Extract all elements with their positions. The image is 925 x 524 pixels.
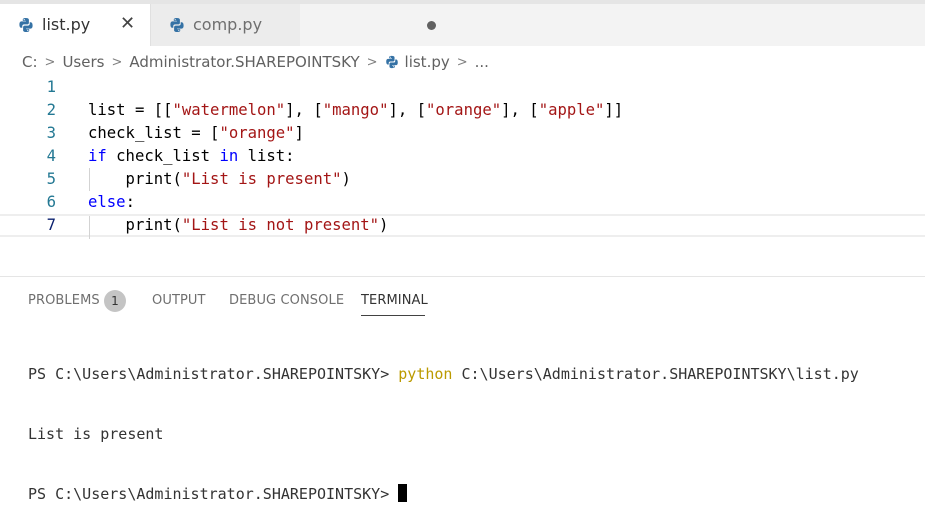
code-token: print( xyxy=(88,216,182,234)
code-text: if check_list in list: xyxy=(88,145,295,168)
problems-count-badge: 1 xyxy=(104,290,126,312)
code-token: ], [ xyxy=(388,101,427,119)
code-line[interactable]: 3 check_list = ["orange"] xyxy=(0,122,925,145)
terminal-line: PS C:\Users\Administrator.SHAREPOINTSKY>… xyxy=(28,364,859,384)
line-number: 5 xyxy=(46,170,56,188)
terminal-output: List is present xyxy=(28,425,164,443)
code-string: "List is not present" xyxy=(181,216,380,234)
code-text: check_list = ["orange"] xyxy=(88,122,304,145)
terminal-cursor xyxy=(398,484,408,502)
tab-label: list.py xyxy=(42,15,91,34)
code-token: : xyxy=(125,193,135,211)
code-string: "orange" xyxy=(219,124,295,142)
code-token: check_list xyxy=(106,147,220,165)
code-string: "orange" xyxy=(426,101,502,119)
breadcrumb: C: > Users > Administrator.SHAREPOINTSKY… xyxy=(22,52,489,72)
chevron-right-icon: > xyxy=(111,54,123,70)
breadcrumb-users[interactable]: Users xyxy=(62,53,104,71)
tab-output[interactable]: OUTPUT xyxy=(152,293,206,308)
code-text: print("List is present") xyxy=(88,168,351,191)
chevron-right-icon: > xyxy=(44,54,56,70)
close-icon[interactable]: ✕ xyxy=(120,13,135,35)
code-keyword: else xyxy=(88,193,126,211)
terminal-prompt: PS C:\Users\Administrator.SHAREPOINTSKY> xyxy=(28,485,399,503)
code-token: ] xyxy=(294,124,304,142)
active-tab-underline xyxy=(361,315,425,316)
line-number: 6 xyxy=(46,193,56,211)
code-text: else: xyxy=(88,191,135,214)
code-token: ) xyxy=(341,170,351,188)
panel-tab-bar: PROBLEMS 1 OUTPUT DEBUG CONSOLE TERMINAL xyxy=(0,288,925,318)
line-number: 1 xyxy=(46,78,56,96)
chevron-right-icon: > xyxy=(456,54,468,70)
tab-label: comp.py xyxy=(193,15,263,34)
code-string: "apple" xyxy=(538,101,605,119)
terminal-command-args: C:\Users\Administrator.SHAREPOINTSKY\lis… xyxy=(452,365,859,383)
code-token: list: xyxy=(238,147,295,165)
code-keyword: if xyxy=(88,147,107,165)
code-string: "watermelon" xyxy=(172,101,286,119)
editor-tab-bar: list.py ✕ comp.py xyxy=(0,4,925,46)
line-number: 3 xyxy=(46,124,56,142)
code-token: ], [ xyxy=(501,101,539,119)
tab-terminal[interactable]: TERMINAL xyxy=(361,293,428,308)
code-line[interactable]: 4 if check_list in list: xyxy=(0,145,925,168)
code-line[interactable]: 7 print("List is not present") xyxy=(0,214,925,239)
code-token: ], [ xyxy=(285,101,323,119)
code-string: "List is present" xyxy=(181,170,342,188)
code-token: list = [[ xyxy=(88,101,173,119)
indent-guide xyxy=(89,168,90,191)
chevron-right-icon: > xyxy=(366,54,378,70)
tab-debug-console[interactable]: DEBUG CONSOLE xyxy=(229,293,344,308)
tab-comp-py[interactable]: comp.py xyxy=(150,4,436,46)
code-editor[interactable]: 1 2 list = [["watermelon"], ["mango"], ["o… xyxy=(0,76,925,246)
terminal-command: python xyxy=(398,365,453,383)
code-token: ) xyxy=(379,216,389,234)
code-string: "mango" xyxy=(322,101,389,119)
terminal[interactable]: PS C:\Users\Administrator.SHAREPOINTSKY>… xyxy=(28,324,859,524)
code-text: list = [["watermelon"], ["mango"], ["ora… xyxy=(88,99,623,122)
breadcrumb-file[interactable]: list.py xyxy=(405,53,450,71)
python-icon xyxy=(385,55,398,69)
tab-list-py[interactable]: list.py ✕ xyxy=(0,4,150,46)
code-token: print( xyxy=(88,170,182,188)
code-line[interactable]: 2 list = [["watermelon"], ["mango"], ["or… xyxy=(0,99,925,122)
breadcrumb-more[interactable]: ... xyxy=(475,53,489,71)
terminal-line: PS C:\Users\Administrator.SHAREPOINTSKY> xyxy=(28,484,859,504)
line-number: 2 xyxy=(46,101,56,119)
unsaved-dot-icon[interactable] xyxy=(427,21,436,30)
breadcrumb-drive[interactable]: C: xyxy=(22,53,38,71)
indent-guide xyxy=(89,216,90,239)
code-text: print("List is not present") xyxy=(88,216,389,235)
code-token: ]] xyxy=(604,101,624,119)
tab-problems[interactable]: PROBLEMS xyxy=(28,293,100,308)
code-token: check_list = [ xyxy=(88,124,220,142)
panel-divider[interactable] xyxy=(0,276,925,277)
code-line[interactable]: 6 else: xyxy=(0,191,925,214)
line-number: 7 xyxy=(46,216,56,234)
code-line[interactable]: 1 xyxy=(0,76,925,99)
code-line[interactable]: 5 print("List is present") xyxy=(0,168,925,191)
code-keyword: in xyxy=(219,147,239,165)
breadcrumb-administrator[interactable]: Administrator.SHAREPOINTSKY xyxy=(129,53,359,71)
terminal-prompt: PS C:\Users\Administrator.SHAREPOINTSKY> xyxy=(28,365,399,383)
python-icon xyxy=(19,18,33,32)
line-number: 4 xyxy=(46,147,56,165)
python-icon xyxy=(170,18,184,32)
